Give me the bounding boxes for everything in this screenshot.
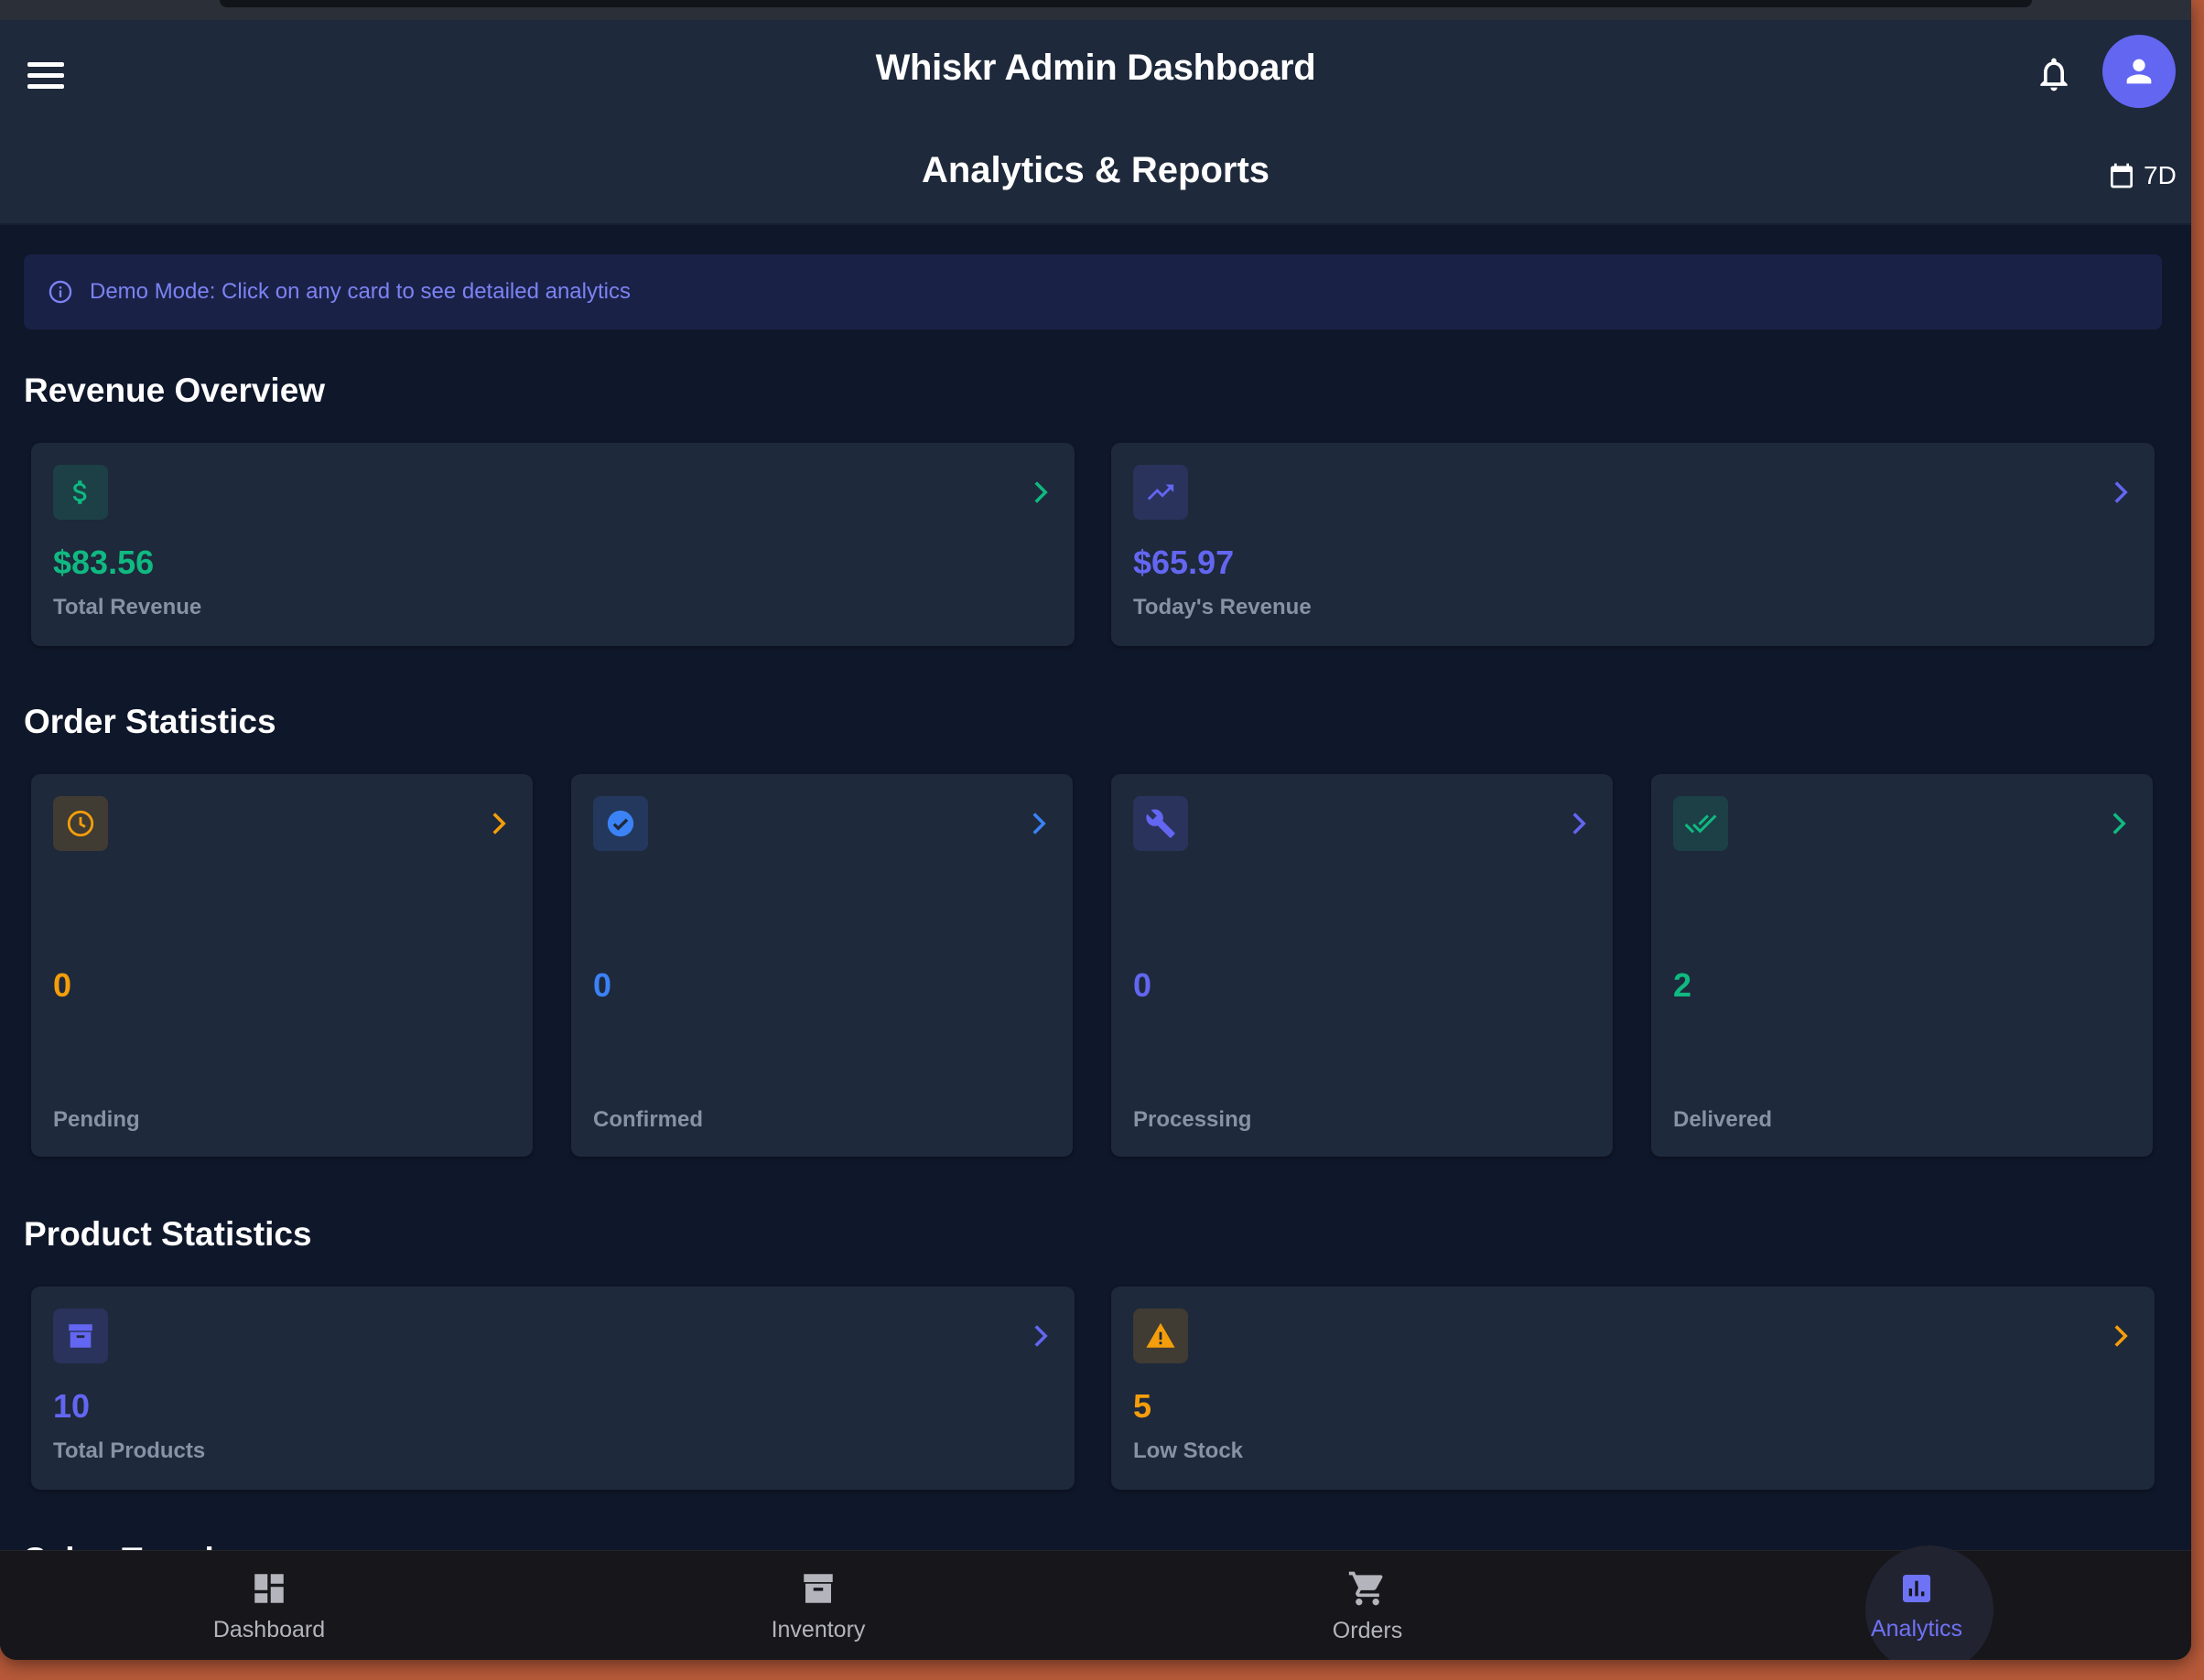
chevron-right-icon [2114,481,2128,503]
wrench-icon [1133,796,1188,851]
orders-section-title: Order Statistics [24,703,276,740]
card-value: 5 [1133,1387,1152,1425]
nav-item-analytics[interactable]: Analytics [1779,1545,2054,1660]
chevron-right-icon [492,813,506,835]
app-window: Whiskr Admin Dashboard Analytics & Repor… [0,0,2191,1660]
window-top-strip [0,0,2191,20]
card-value: 2 [1673,966,1692,1004]
calendar-icon [2111,163,2133,188]
demo-mode-banner: Demo Mode: Click on any card to see deta… [24,254,2162,329]
cart-icon [1348,1571,1383,1605]
app-bar: Whiskr Admin Dashboard Analytics & Repor… [0,20,2191,225]
card-label: Delivered [1673,1107,1773,1132]
chevron-right-icon [1572,813,1586,835]
person-icon [2126,59,2152,84]
card-value: 10 [53,1387,91,1425]
clock-icon [53,796,108,851]
inventory-icon [804,1573,833,1603]
card-value: 0 [53,966,72,1004]
date-range-label: 7D [2144,161,2177,189]
avatar[interactable] [2102,35,2176,108]
warning-icon [1133,1308,1188,1363]
bottom-navigation: Dashboard Inventory Orders Analytics [0,1545,2191,1660]
products-section-title: Product Statistics [24,1215,312,1253]
page-title: Analytics & Reports [921,150,1270,190]
date-range-button[interactable]: 7D [2107,157,2177,194]
todays-revenue-card[interactable]: $65.97 Today's Revenue [1111,443,2155,646]
chevron-right-icon [1032,813,1046,835]
dashboard-icon [254,1573,284,1603]
chevron-right-icon [1034,481,1048,503]
nav-item-dashboard[interactable]: Dashboard [132,1551,406,1660]
total-revenue-card[interactable]: $83.56 Total Revenue [31,443,1075,646]
chevron-right-icon [2112,813,2126,835]
low-stock-card[interactable]: 5 Low Stock [1111,1287,2155,1490]
chevron-right-icon [2114,1325,2128,1347]
archive-icon [53,1308,108,1363]
nav-item-orders[interactable]: Orders [1230,1551,1505,1660]
card-label: Today's Revenue [1133,595,1312,619]
window-notch [220,0,2032,7]
chevron-right-icon [1034,1325,1048,1347]
demo-banner-text: Demo Mode: Click on any card to see deta… [90,279,631,304]
card-label: Pending [53,1107,140,1132]
check-circle-icon [593,796,648,851]
dollar-icon [53,465,108,520]
nav-item-inventory[interactable]: Inventory [681,1551,956,1660]
pending-orders-card[interactable]: 0 Pending [31,774,533,1157]
card-label: Total Revenue [53,595,202,619]
sales-trends-section-title: Sales Trends [24,1541,232,1550]
total-products-card[interactable]: 10 Total Products [31,1287,1075,1490]
processing-orders-card[interactable]: 0 Processing [1111,774,1613,1157]
card-label: Low Stock [1133,1438,1244,1463]
trending-up-icon [1133,465,1188,520]
revenue-section-title: Revenue Overview [24,372,326,409]
nav-label: Dashboard [212,1616,326,1642]
card-label: Confirmed [593,1107,703,1132]
card-value: $65.97 [1133,544,1235,581]
nav-label: Inventory [771,1616,866,1642]
app-title: Whiskr Admin Dashboard [875,48,1316,88]
delivered-orders-card[interactable]: 2 Delivered [1651,774,2153,1157]
card-label: Processing [1133,1107,1252,1132]
bell-icon[interactable] [2034,52,2074,96]
confirmed-orders-card[interactable]: 0 Confirmed [571,774,1073,1157]
card-value: 0 [1133,966,1152,1004]
nav-label: Orders [1332,1617,1403,1643]
card-value: 0 [593,966,612,1004]
analytics-icon [1903,1574,1930,1602]
info-icon [49,280,72,304]
nav-label: Analytics [1870,1615,1963,1642]
card-label: Total Products [53,1438,206,1463]
double-check-icon [1673,796,1728,851]
main-content[interactable]: Demo Mode: Click on any card to see deta… [0,227,2191,1550]
card-value: $83.56 [53,544,155,581]
